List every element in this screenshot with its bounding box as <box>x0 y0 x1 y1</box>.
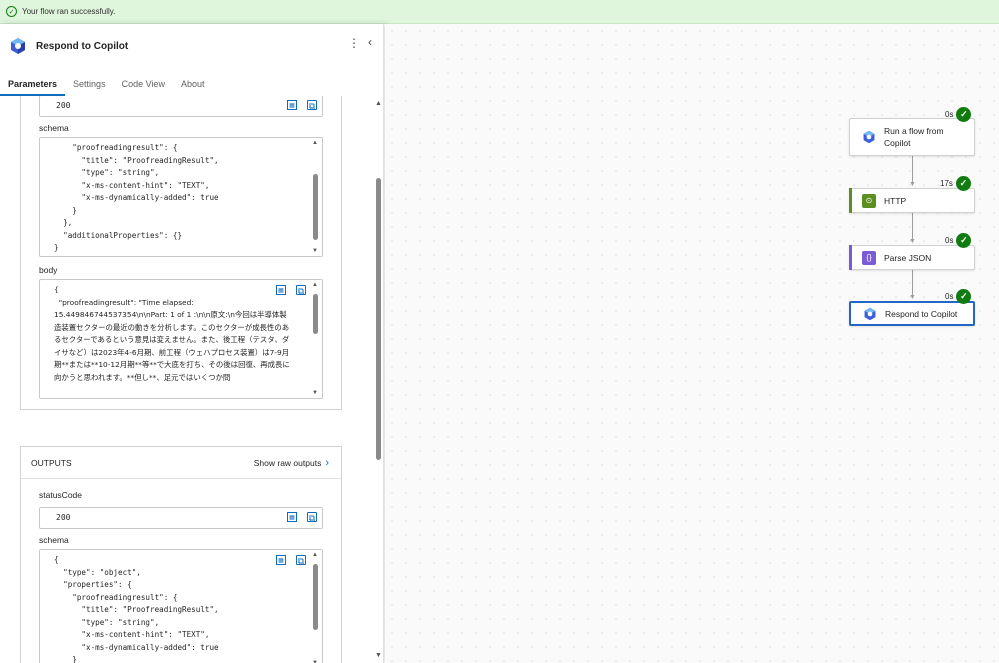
show-raw-outputs-label: Show raw outputs <box>253 458 322 468</box>
tab-code-view[interactable]: Code View <box>114 76 173 96</box>
table-view-icon[interactable]: ▦ <box>276 285 286 295</box>
node-label: Run a flow from Copilot <box>884 126 944 148</box>
copy-icon[interactable]: ⧉ <box>296 555 306 566</box>
output-schema-scrollbar[interactable]: ▲ ▼ <box>312 552 320 663</box>
panel-title: Respond to Copilot <box>36 40 129 52</box>
panel-scrollbar[interactable]: ▲ ▼ <box>373 96 383 663</box>
node-status-badge: 0s ✓ <box>945 233 972 248</box>
more-options-icon[interactable]: ⋮ <box>348 36 360 50</box>
connector <box>912 213 913 241</box>
node-status-badge: 0s ✓ <box>945 107 972 122</box>
table-view-icon[interactable]: ▦ <box>287 100 297 110</box>
panel-header: Respond to Copilot ⋮ ‹ <box>0 24 383 68</box>
success-check-icon: ✓ <box>955 176 971 191</box>
details-panel: Respond to Copilot ⋮ ‹ Parameters Settin… <box>0 24 384 663</box>
output-schema-text: { "type": "object", "properties": { "pro… <box>54 555 219 663</box>
braces-icon: {} <box>862 250 876 265</box>
banner-message: Your flow ran successfully. <box>22 7 116 16</box>
node-label: Respond to Copilot <box>885 308 958 319</box>
input-schema-label: schema <box>39 123 69 133</box>
node-status-badge: 17s ✓ <box>940 176 971 191</box>
flow-canvas[interactable]: ▼ ▼ ▼ Run a flow from Copilot 0s ✓ ⊙ HTTP… <box>385 24 999 663</box>
copy-icon[interactable]: ⧉ <box>307 100 317 111</box>
input-schema-text: "proofreadingresult": { "title": "Proofr… <box>54 143 219 252</box>
copilot-icon <box>863 130 875 144</box>
show-raw-outputs-button[interactable]: Show raw outputs › <box>254 457 329 469</box>
outputs-card: OUTPUTS Show raw outputs › statusCode 200… <box>20 446 342 663</box>
tab-parameters[interactable]: Parameters <box>0 76 66 96</box>
node-status-badge: 0s ✓ <box>945 289 972 304</box>
node-label: HTTP <box>884 195 907 206</box>
output-statuscode-label: statusCode <box>39 490 82 500</box>
tab-settings[interactable]: Settings <box>65 76 114 96</box>
flow-node-run-a-flow[interactable]: Run a flow from Copilot <box>849 118 975 156</box>
table-view-icon[interactable]: ▦ <box>287 512 297 522</box>
collapse-panel-icon[interactable]: ‹ <box>368 35 372 49</box>
input-body-code[interactable]: { "proofreadingresult": "Time elapsed: 1… <box>39 279 323 399</box>
parameters-scroll-area[interactable]: 200 ▦ ⧉ schema "proofreadingresult": { "… <box>0 96 370 663</box>
input-schema-scrollbar[interactable]: ▲ ▼ <box>312 140 320 254</box>
node-duration: 0s <box>945 236 954 245</box>
input-body-text: { "proofreadingresult": "Time elapsed: 1… <box>54 285 290 382</box>
input-body-label: body <box>39 265 58 275</box>
node-duration: 0s <box>945 110 954 119</box>
success-check-icon: ✓ <box>956 233 972 248</box>
input-schema-code[interactable]: "proofreadingresult": { "title": "Proofr… <box>39 137 323 257</box>
output-schema-label: schema <box>39 535 69 545</box>
node-label: Parse JSON <box>884 252 932 263</box>
success-check-icon: ✓ <box>956 107 972 122</box>
check-circle-icon: ✓ <box>6 6 17 17</box>
panel-tabs: Parameters Settings Code View About <box>0 76 212 96</box>
scrollbar-thumb[interactable] <box>376 178 381 460</box>
copilot-icon <box>11 38 25 54</box>
table-view-icon[interactable]: ▦ <box>276 555 286 565</box>
flow-node-parse-json[interactable]: {} Parse JSON <box>849 245 975 270</box>
copy-icon[interactable]: ⧉ <box>296 285 306 296</box>
scroll-down-icon[interactable]: ▼ <box>375 652 382 659</box>
input-statuscode-field[interactable]: 200 <box>39 96 323 117</box>
tab-about[interactable]: About <box>173 76 213 96</box>
success-banner: ✓ Your flow ran successfully. <box>0 0 999 24</box>
flow-node-respond-to-copilot[interactable]: Respond to Copilot <box>849 301 975 326</box>
success-check-icon: ✓ <box>956 289 972 304</box>
output-statuscode-value: 200 <box>56 513 71 522</box>
copilot-icon <box>864 307 876 320</box>
copy-icon[interactable]: ⧉ <box>307 512 317 523</box>
output-schema-code[interactable]: { "type": "object", "properties": { "pro… <box>39 549 323 663</box>
inputs-card: 200 ▦ ⧉ schema "proofreadingresult": { "… <box>20 96 342 410</box>
connector <box>912 270 913 297</box>
scroll-up-icon[interactable]: ▲ <box>375 100 382 107</box>
node-duration: 0s <box>945 292 954 301</box>
chevron-right-icon: › <box>325 457 329 469</box>
node-duration: 17s <box>940 179 953 188</box>
connector <box>912 156 913 184</box>
input-body-scrollbar[interactable]: ▲ ▼ <box>312 282 320 396</box>
flow-node-http[interactable]: ⊙ HTTP <box>849 188 975 213</box>
input-statuscode-value: 200 <box>56 101 71 110</box>
globe-icon: ⊙ <box>862 193 876 208</box>
outputs-title: OUTPUTS <box>31 457 72 468</box>
output-statuscode-field[interactable]: 200 <box>39 507 323 529</box>
